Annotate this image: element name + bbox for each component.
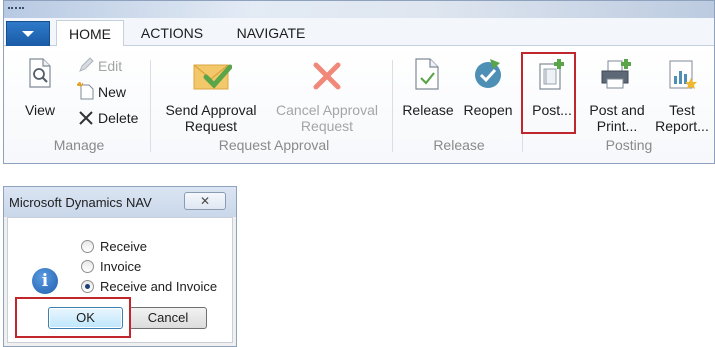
release-button[interactable]: Release [400, 56, 456, 126]
release-label: Release [402, 102, 454, 118]
ok-highlight-box [15, 297, 131, 338]
test-report-icon [669, 60, 697, 89]
radio-receive-and-invoice-label[interactable]: Receive and Invoice [100, 279, 217, 294]
cancel-x-icon [313, 62, 341, 90]
edit-label: Edit [98, 58, 123, 74]
tab-navigate[interactable]: NAVIGATE [226, 20, 316, 47]
info-icon: i [32, 268, 58, 294]
edit-button[interactable]: Edit [74, 56, 134, 76]
cancel-button[interactable]: Cancel [129, 307, 207, 329]
view-label: View [24, 102, 56, 118]
new-button[interactable]: New [74, 82, 134, 102]
app-menu-button[interactable] [6, 21, 50, 47]
post-and-print-button[interactable]: Post and Print... [584, 56, 650, 136]
cancel-approval-request-button[interactable]: Cancel Approval Request [268, 56, 386, 136]
pencil-icon [79, 57, 94, 72]
reopen-label: Reopen [463, 102, 513, 118]
test-report-label-line1: Test [669, 102, 695, 118]
ribbon-groups: View Edit New Delete Manage Send Approva… [4, 46, 714, 163]
post-highlight-box [521, 52, 576, 134]
send-approval-request-button[interactable]: Send Approval Request [160, 56, 262, 136]
radio-invoice-label[interactable]: Invoice [100, 259, 141, 274]
tab-home[interactable]: HOME [56, 20, 124, 47]
group-label-request-approval: Request Approval [218, 137, 330, 153]
close-icon[interactable]: ✕ [184, 192, 226, 210]
dialog-title: Microsoft Dynamics NAV [9, 195, 152, 210]
group-label-manage: Manage [53, 137, 105, 153]
cancel-approval-label-line1: Cancel Approval [276, 102, 378, 118]
tab-actions[interactable]: ACTIONS [132, 20, 212, 47]
radio-receive[interactable] [81, 240, 94, 253]
post-print-label-line2: Print... [596, 118, 638, 134]
release-document-icon [415, 58, 439, 90]
radio-receive-label[interactable]: Receive [100, 239, 147, 254]
quick-access-icon[interactable] [8, 7, 24, 11]
group-label-release: Release [433, 137, 485, 153]
view-document-icon [29, 58, 51, 88]
delete-x-icon [79, 111, 93, 125]
view-button[interactable]: View [18, 56, 62, 124]
send-approval-label-line1: Send Approval [165, 102, 257, 118]
send-approval-icon [193, 64, 232, 90]
ribbon: HOME ACTIONS NAVIGATE View Edit New Dele… [3, 0, 715, 164]
post-print-icon [601, 59, 631, 89]
reopen-button[interactable]: Reopen [460, 56, 516, 126]
cancel-approval-label-line2: Request [300, 118, 354, 134]
chevron-down-icon [22, 31, 34, 37]
reopen-icon [475, 59, 501, 88]
title-strip [4, 1, 714, 18]
post-print-label-line1: Post and [589, 102, 645, 118]
new-label: New [98, 84, 127, 100]
group-separator [392, 60, 393, 152]
group-separator [150, 60, 151, 152]
group-label-posting: Posting [605, 137, 653, 153]
radio-receive-and-invoice[interactable] [81, 280, 94, 293]
delete-button[interactable]: Delete [74, 108, 138, 128]
radio-invoice[interactable] [81, 260, 94, 273]
new-document-icon [77, 82, 94, 100]
test-report-label-line2: Report... [655, 118, 709, 134]
dialog-titlebar[interactable]: Microsoft Dynamics NAV ✕ [4, 187, 236, 217]
test-report-button[interactable]: Test Report... [652, 56, 712, 136]
send-approval-label-line2: Request [184, 118, 238, 134]
delete-label: Delete [98, 110, 139, 126]
